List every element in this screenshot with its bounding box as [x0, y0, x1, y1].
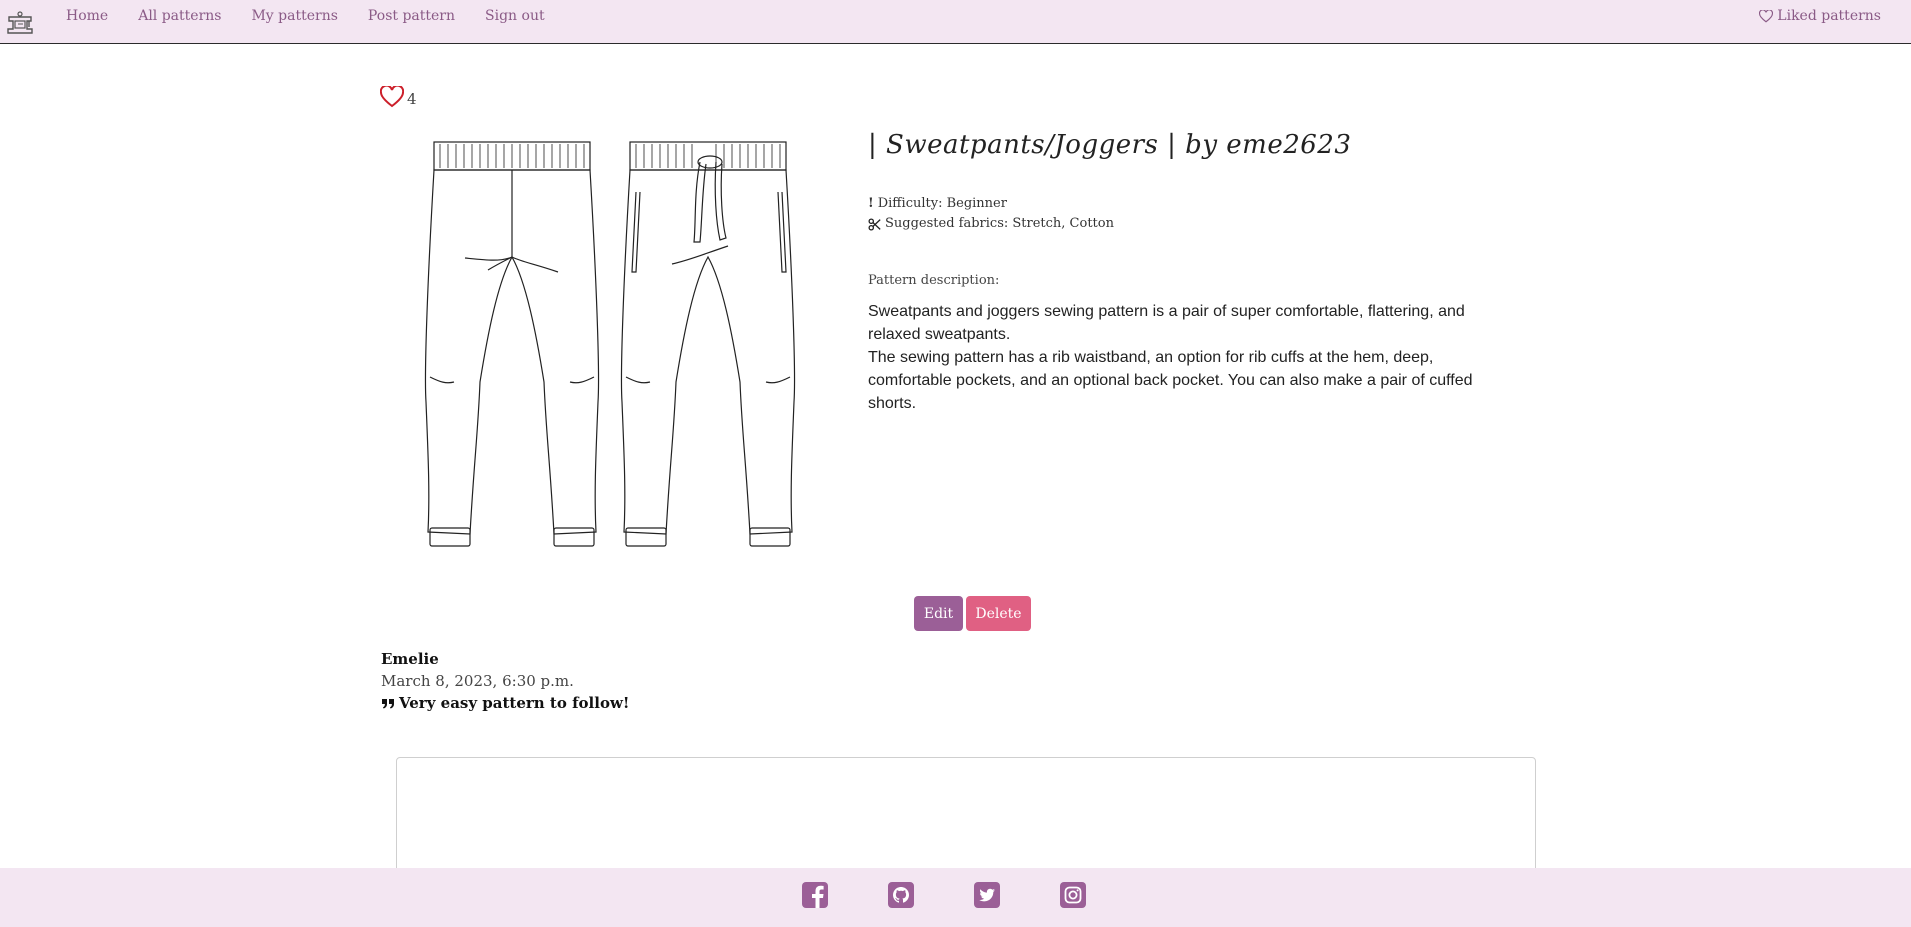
heart-icon[interactable]: [380, 86, 404, 108]
pattern-description: Sweatpants and joggers sewing pattern is…: [868, 300, 1508, 415]
fabrics-row: Suggested fabrics: Stretch, Cotton: [868, 214, 1114, 234]
nav-sign-out[interactable]: Sign out: [485, 8, 545, 24]
scissors-icon: [868, 217, 881, 231]
comment: Emelie March 8, 2023, 6:30 p.m. Very eas…: [381, 650, 629, 712]
nav-my-patterns[interactable]: My patterns: [251, 8, 337, 24]
comment-author: Emelie: [381, 650, 439, 668]
like-count: 4: [407, 90, 417, 108]
nav-links: Home All patterns My patterns Post patte…: [66, 8, 545, 24]
nav-home[interactable]: Home: [66, 8, 108, 24]
pattern-meta: ! Difficulty: Beginner Suggested fabrics…: [868, 194, 1114, 234]
quote-icon: [382, 698, 394, 708]
liked-patterns-link[interactable]: Liked patterns: [1759, 8, 1881, 24]
instagram-icon[interactable]: [1059, 881, 1087, 909]
twitter-icon[interactable]: [973, 881, 1001, 909]
exclamation-icon: !: [868, 196, 874, 211]
description-paragraph-2: The sewing pattern has a rib waistband, …: [868, 349, 1473, 412]
social-links: [801, 881, 1087, 909]
difficulty-row: ! Difficulty: Beginner: [868, 194, 1114, 214]
nav-post-pattern[interactable]: Post pattern: [368, 8, 455, 24]
github-icon[interactable]: [887, 881, 915, 909]
liked-patterns-label: Liked patterns: [1777, 8, 1881, 24]
pattern-image: [424, 141, 796, 547]
sewing-machine-icon[interactable]: [5, 7, 37, 39]
comment-text: Very easy pattern to follow!: [399, 694, 630, 712]
like-section: 4: [380, 86, 417, 108]
nav-all-patterns[interactable]: All patterns: [138, 8, 221, 24]
heart-outline-icon: [1759, 9, 1774, 22]
description-paragraph-1: Sweatpants and joggers sewing pattern is…: [868, 303, 1465, 343]
facebook-icon[interactable]: [801, 881, 829, 909]
comment-body-row: Very easy pattern to follow!: [381, 694, 629, 712]
comment-date: March 8, 2023, 6:30 p.m.: [381, 672, 574, 690]
navbar: Home All patterns My patterns Post patte…: [0, 0, 1911, 44]
edit-button[interactable]: Edit: [914, 596, 963, 631]
pattern-title: | Sweatpants/Joggers | by eme2623: [868, 130, 1352, 160]
description-label: Pattern description:: [868, 273, 1000, 288]
fabrics-text: Suggested fabrics: Stretch, Cotton: [885, 216, 1114, 231]
footer: [0, 868, 1911, 927]
delete-button[interactable]: Delete: [966, 596, 1031, 631]
difficulty-text: Difficulty: Beginner: [877, 196, 1007, 211]
